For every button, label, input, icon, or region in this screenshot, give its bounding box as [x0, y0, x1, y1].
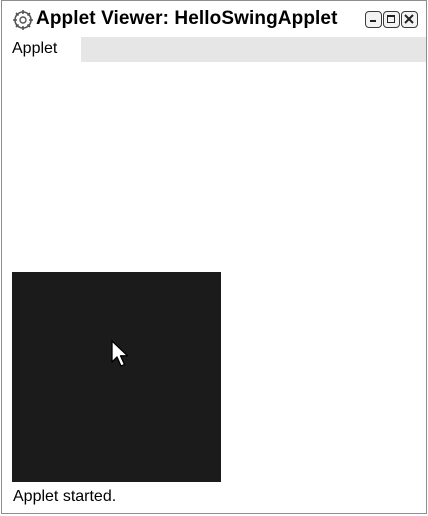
close-icon[interactable] — [401, 11, 418, 28]
window-title: Applet Viewer: HelloSwingApplet — [36, 8, 338, 29]
status-text: Applet started. — [13, 488, 117, 505]
maximize-icon[interactable] — [383, 11, 400, 28]
applet-viewer-icon[interactable] — [12, 9, 34, 31]
applet-panel[interactable] — [12, 272, 221, 482]
arrow-cursor-icon — [111, 340, 129, 367]
menu-applet[interactable]: Applet — [2, 37, 81, 62]
applet-content-area — [2, 62, 426, 482]
title-bar[interactable]: Applet Viewer: HelloSwingApplet — [2, 1, 426, 37]
status-bar: Applet started. — [2, 482, 426, 513]
applet-viewer-window: Applet Viewer: HelloSwingApplet Applet A… — [1, 0, 427, 514]
menu-bar: Applet — [2, 37, 426, 62]
minimize-icon[interactable] — [365, 11, 382, 28]
